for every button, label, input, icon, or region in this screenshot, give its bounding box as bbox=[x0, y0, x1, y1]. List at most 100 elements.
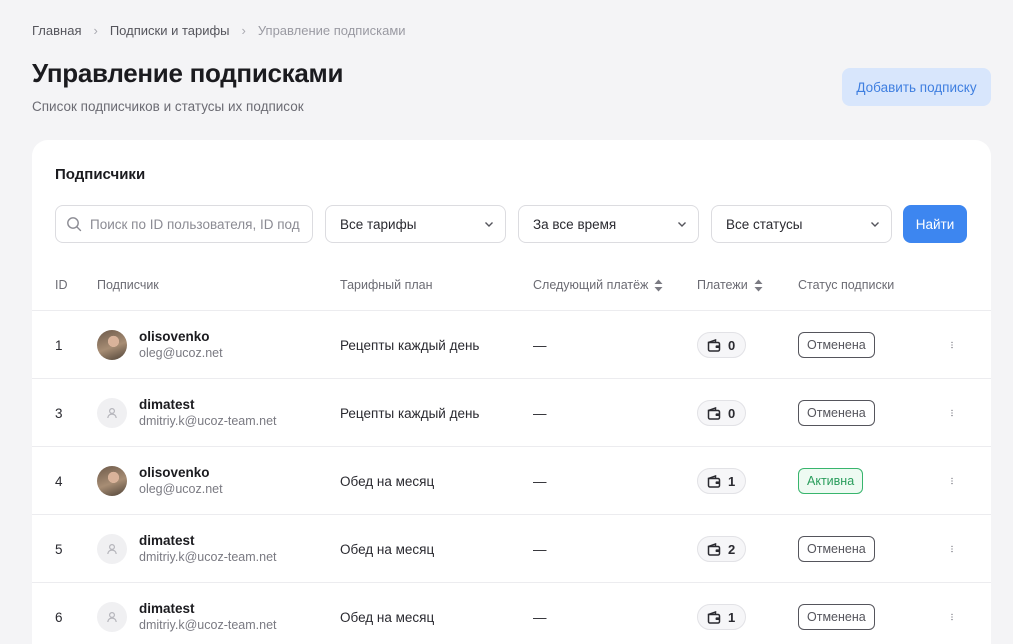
plan-name: Обед на месяц bbox=[340, 541, 435, 557]
column-header-id: ID bbox=[55, 278, 68, 292]
table-row[interactable]: 4 olisovenko oleg@ucoz.net Обед на месяц… bbox=[32, 446, 991, 514]
find-button[interactable]: Найти bbox=[903, 205, 967, 243]
subscriber-email: dmitriy.k@ucoz-team.net bbox=[139, 414, 277, 428]
payments-count-badge[interactable]: 1 bbox=[697, 604, 747, 630]
sort-icon bbox=[654, 279, 663, 291]
sort-icon bbox=[754, 279, 763, 291]
wallet-icon bbox=[707, 610, 721, 624]
subscriber-name: olisovenko bbox=[139, 465, 210, 480]
next-payment: — bbox=[533, 473, 547, 489]
search-field[interactable] bbox=[55, 205, 313, 243]
table-row[interactable]: 6 dimatest dmitriy.k@ucoz-team.net Обед … bbox=[32, 582, 991, 644]
period-select-value: За все время bbox=[533, 216, 617, 232]
wallet-icon bbox=[707, 406, 721, 420]
plan-name: Обед на месяц bbox=[340, 473, 435, 489]
status-cell: Отменена bbox=[798, 379, 875, 447]
subscribers-card: Подписчики Все тарифы За все время Все с… bbox=[32, 140, 991, 644]
page-subtitle: Список подписчиков и статусы их подписок bbox=[32, 99, 304, 114]
subscriber-email: oleg@ucoz.net bbox=[139, 346, 223, 360]
subscriber-name: olisovenko bbox=[139, 329, 210, 344]
row-id: 1 bbox=[55, 337, 63, 353]
subscriber-email: dmitriy.k@ucoz-team.net bbox=[139, 550, 277, 564]
row-actions bbox=[945, 311, 959, 379]
add-subscription-button[interactable]: Добавить подписку bbox=[842, 68, 991, 106]
payments-count: 0 bbox=[728, 337, 736, 353]
avatar-placeholder bbox=[97, 602, 127, 632]
payments-cell: 1 bbox=[697, 447, 747, 515]
status-badge: Отменена bbox=[798, 400, 875, 426]
plan-name: Обед на месяц bbox=[340, 609, 435, 625]
subscriber-info: olisovenko oleg@ucoz.net bbox=[139, 328, 223, 362]
breadcrumb-section[interactable]: Подписки и тарифы bbox=[110, 23, 230, 38]
search-input[interactable] bbox=[90, 216, 300, 232]
breadcrumb-home[interactable]: Главная bbox=[32, 23, 81, 38]
payments-count-badge[interactable]: 0 bbox=[697, 332, 747, 358]
subscriber-cell: dimatest dmitriy.k@ucoz-team.net bbox=[97, 515, 277, 583]
column-header-status: Статус подписки bbox=[798, 278, 895, 292]
subscriber-name: dimatest bbox=[139, 601, 195, 616]
avatar-placeholder bbox=[97, 534, 127, 564]
subscriber-name: dimatest bbox=[139, 397, 195, 412]
subscriber-cell: olisovenko oleg@ucoz.net bbox=[97, 311, 223, 379]
subscriber-info: dimatest dmitriy.k@ucoz-team.net bbox=[139, 532, 277, 566]
status-cell: Отменена bbox=[798, 515, 875, 583]
row-actions bbox=[945, 379, 959, 447]
next-payment: — bbox=[533, 337, 547, 353]
row-actions bbox=[945, 583, 959, 644]
status-badge: Отменена bbox=[798, 604, 875, 630]
wallet-icon bbox=[707, 338, 721, 352]
status-select-value: Все статусы bbox=[726, 216, 803, 232]
plan-name: Рецепты каждый день bbox=[340, 405, 480, 421]
chevron-right-icon: › bbox=[93, 23, 98, 38]
payments-cell: 2 bbox=[697, 515, 747, 583]
chevron-down-icon bbox=[485, 222, 493, 227]
subscriber-info: dimatest dmitriy.k@ucoz-team.net bbox=[139, 600, 277, 634]
chevron-down-icon bbox=[678, 222, 686, 227]
chevron-right-icon: › bbox=[241, 23, 246, 38]
status-cell: Отменена bbox=[798, 583, 875, 644]
column-header-next-payment[interactable]: Следующий платёж bbox=[533, 278, 663, 292]
payments-count: 0 bbox=[728, 405, 736, 421]
status-badge: Отменена bbox=[798, 536, 875, 562]
plan-select[interactable]: Все тарифы bbox=[325, 205, 506, 243]
more-vertical-icon[interactable] bbox=[945, 606, 959, 628]
subscriber-cell: olisovenko oleg@ucoz.net bbox=[97, 447, 223, 515]
subscriber-email: dmitriy.k@ucoz-team.net bbox=[139, 618, 277, 632]
breadcrumb: Главная › Подписки и тарифы › Управление… bbox=[32, 23, 406, 38]
status-cell: Активна bbox=[798, 447, 864, 515]
payments-cell: 1 bbox=[697, 583, 747, 644]
user-icon bbox=[107, 407, 117, 419]
more-vertical-icon[interactable] bbox=[945, 334, 959, 356]
period-select[interactable]: За все время bbox=[518, 205, 699, 243]
status-select[interactable]: Все статусы bbox=[711, 205, 892, 243]
plan-name: Рецепты каждый день bbox=[340, 337, 480, 353]
row-actions bbox=[945, 447, 959, 515]
table-row[interactable]: 1 olisovenko oleg@ucoz.net Рецепты кажды… bbox=[32, 310, 991, 378]
more-vertical-icon[interactable] bbox=[945, 402, 959, 424]
row-id: 5 bbox=[55, 541, 63, 557]
subscriber-info: dimatest dmitriy.k@ucoz-team.net bbox=[139, 396, 277, 430]
payments-cell: 0 bbox=[697, 311, 747, 379]
status-badge: Отменена bbox=[798, 332, 875, 358]
table-row[interactable]: 5 dimatest dmitriy.k@ucoz-team.net Обед … bbox=[32, 514, 991, 582]
avatar-photo bbox=[97, 330, 127, 360]
more-vertical-icon[interactable] bbox=[945, 470, 959, 492]
table-row[interactable]: 3 dimatest dmitriy.k@ucoz-team.net Рецеп… bbox=[32, 378, 991, 446]
wallet-icon bbox=[707, 474, 721, 488]
column-header-plan: Тарифный план bbox=[340, 278, 433, 292]
breadcrumb-current: Управление подписками bbox=[257, 23, 406, 38]
payments-count: 1 bbox=[728, 473, 736, 489]
payments-count-badge[interactable]: 0 bbox=[697, 400, 747, 426]
payments-count-badge[interactable]: 2 bbox=[697, 536, 747, 562]
more-vertical-icon[interactable] bbox=[945, 538, 959, 560]
payments-count-badge[interactable]: 1 bbox=[697, 468, 747, 494]
search-icon bbox=[67, 217, 82, 232]
next-payment: — bbox=[533, 609, 547, 625]
row-id: 3 bbox=[55, 405, 63, 421]
status-badge: Активна bbox=[798, 468, 864, 494]
card-title: Подписчики bbox=[55, 166, 146, 183]
page-title: Управление подписками bbox=[32, 58, 344, 88]
user-icon bbox=[107, 543, 117, 555]
column-header-payments[interactable]: Платежи bbox=[697, 278, 763, 292]
column-header-subscriber: Подписчик bbox=[97, 278, 159, 292]
